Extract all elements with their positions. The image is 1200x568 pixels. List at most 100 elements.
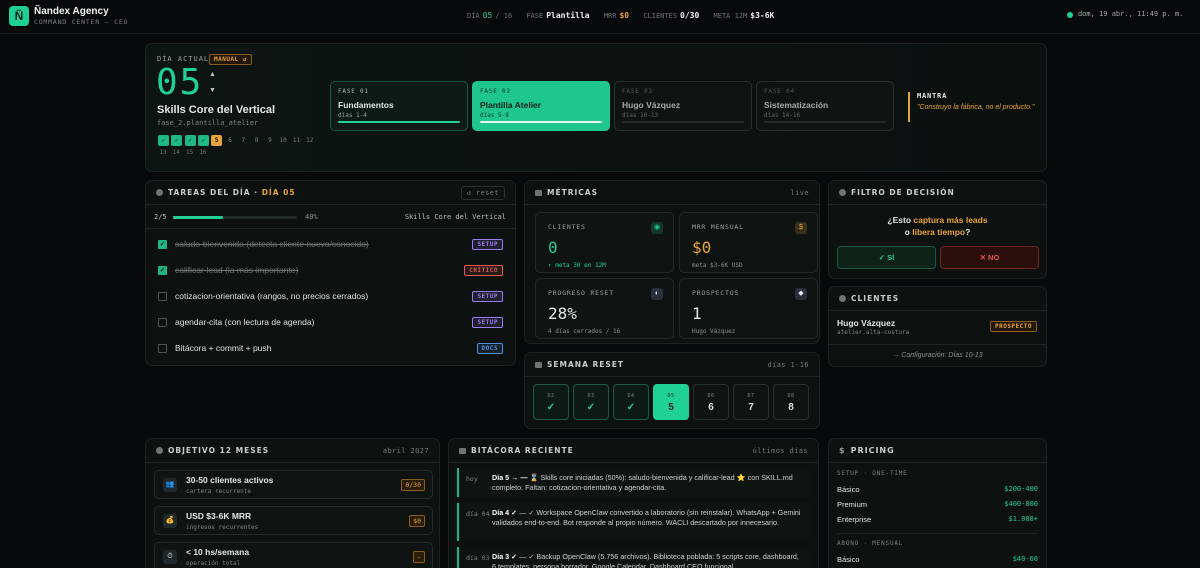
day-chip[interactable]: 13 xyxy=(157,149,169,156)
day-chip[interactable]: 7 xyxy=(238,135,249,146)
decision-highlight-time: libera tiempo xyxy=(912,227,966,237)
day-chip[interactable]: 6 xyxy=(225,135,236,146)
metrics-header: MÉTRICAS live xyxy=(525,181,819,205)
phase-days: días 14-16 xyxy=(764,112,801,119)
week-range: días 1-16 xyxy=(767,360,809,369)
metric-icon: ◉ xyxy=(651,222,663,234)
day-chip[interactable]: ✓ xyxy=(171,135,183,146)
week-day-value: ✓ xyxy=(586,402,596,413)
task-checkbox[interactable] xyxy=(158,343,167,353)
week-day-d6[interactable]: D6 6 xyxy=(693,384,729,420)
tasks-percent: 40% xyxy=(305,213,318,221)
log-body: — ✓ Workspace OpenClaw convertido a labo… xyxy=(492,508,801,527)
tasks-title: TAREAS DEL DÍA · xyxy=(168,188,259,197)
day-chip[interactable]: 5 xyxy=(211,135,223,146)
log-header: BITÁCORA RECIENTE últimos días xyxy=(449,439,818,463)
task-row[interactable]: ✓ calificar-lead (la más importante) CRÍTI… xyxy=(158,261,503,279)
objective-item-sub: ingresos recurrentes xyxy=(186,524,259,531)
day-chip[interactable]: 16 xyxy=(197,149,209,156)
tasks-progress-track xyxy=(173,216,297,219)
day-chip[interactable]: 14 xyxy=(170,149,182,156)
day-chip[interactable]: 15 xyxy=(184,149,196,156)
log-head: Día 3 ✓ xyxy=(492,552,518,561)
log-body: ⌛ Skills core iniciadas (50%): saludo-bi… xyxy=(492,473,793,492)
day-chip[interactable]: 8 xyxy=(251,135,262,146)
log-panel: BITÁCORA RECIENTE últimos días hoy Día 5 … xyxy=(448,438,819,568)
metric-card: CLIENTES 0 ↑ meta 30 en 12M ◉ xyxy=(535,212,674,273)
log-range: últimos días xyxy=(752,446,808,455)
task-checkbox[interactable] xyxy=(158,291,167,301)
task-checkbox[interactable]: ✓ xyxy=(158,265,167,275)
week-header: SEMANA RESET días 1-16 xyxy=(525,353,819,377)
decision-highlight-leads: captura más leads xyxy=(913,215,988,225)
week-day-d3[interactable]: D3 ✓ xyxy=(573,384,609,420)
stat-fase-label: FASE xyxy=(526,12,544,20)
log-entry[interactable]: día 04 Día 4 ✓ — ✓ Workspace OpenClaw con… xyxy=(457,503,811,541)
pricing-value: $40-60 xyxy=(1012,555,1038,563)
objective-date: abril 2027 xyxy=(382,446,429,455)
metrics-icon xyxy=(535,189,542,196)
task-label: Bitácora + commit + push xyxy=(175,343,272,353)
pricing-value: $400-800 xyxy=(1004,500,1038,508)
stat-clientes-label: CLIENTES xyxy=(643,12,678,20)
task-row[interactable]: cotizacion-orientativa (rangos, no preci… xyxy=(158,287,503,305)
log-entry[interactable]: día 03 Día 3 ✓ — ✓ Backup OpenClaw (5.756… xyxy=(457,547,811,568)
phase-card-4[interactable]: FASE 04 Sistematización días 14-16 xyxy=(756,81,894,131)
mantra-bar xyxy=(908,92,910,122)
objective-item-sub: operación total xyxy=(186,560,241,567)
task-checkbox[interactable]: ✓ xyxy=(158,239,167,249)
log-body: — ✓ Backup OpenClaw (5.756 archivos). Bi… xyxy=(492,552,799,568)
day-down-button[interactable]: ▼ xyxy=(209,87,216,94)
task-row[interactable]: agendar-cita (con lectura de agenda) SETU… xyxy=(158,313,503,331)
log-entry[interactable]: hoy Día 5 → — ⌛ Skills core iniciadas (50… xyxy=(457,468,811,497)
decision-header: FILTRO DE DECISIÓN xyxy=(829,181,1046,205)
tasks-reset-button[interactable]: ↺ reset xyxy=(460,185,505,200)
day-slug: fase_2.plantilla_atelier xyxy=(157,119,259,127)
metric-value: 28% xyxy=(548,304,577,323)
mode-toggle-button[interactable]: MANUAL ↺ xyxy=(209,54,252,65)
metric-card: MRR MENSUAL $0 meta $3-6K USD $ xyxy=(679,212,818,273)
pricing-title: PRICING xyxy=(850,446,895,455)
day-chip[interactable]: ✓ xyxy=(197,135,209,146)
day-chip[interactable]: 9 xyxy=(264,135,275,146)
brand-name: Ñandex Agency xyxy=(34,6,109,17)
day-up-button[interactable]: ▲ xyxy=(209,71,216,78)
week-day-d4[interactable]: D4 ✓ xyxy=(613,384,649,420)
decision-yes-button[interactable]: ✓ SÍ xyxy=(837,246,936,269)
day-chip[interactable]: 10 xyxy=(278,135,289,146)
task-row[interactable]: ✓ saludo-bienvenida (detecta cliente nuev… xyxy=(158,235,503,253)
client-name[interactable]: Hugo Vázquez xyxy=(837,318,895,328)
stat-mrr-label: MRR xyxy=(603,12,617,20)
mantra-label: MANTRA xyxy=(917,92,948,100)
stat-dia-total: / 16 xyxy=(495,12,513,20)
day-chip[interactable]: 11 xyxy=(291,135,302,146)
log-text: Día 5 → — ⌛ Skills core iniciadas (50%):… xyxy=(492,473,803,493)
phase-card-1[interactable]: FASE 01 Fundamentos días 1-4 xyxy=(330,81,468,131)
day-chip[interactable]: ✓ xyxy=(184,135,196,146)
phase-card-2[interactable]: FASE 02 Plantilla Atelier días 5-9 xyxy=(472,81,610,131)
phase-card-3[interactable]: FASE 03 Hugo Vázquez días 10-13 xyxy=(614,81,752,131)
task-tag: SETUP xyxy=(472,238,503,250)
stat-meta-label: META 12M xyxy=(713,12,748,20)
decision-no-button[interactable]: ✕ NO xyxy=(940,246,1039,269)
stat-clientes-value: 0/30 xyxy=(680,11,700,20)
clients-header: CLIENTES xyxy=(829,287,1046,311)
week-day-label: D5 xyxy=(667,393,675,399)
week-day-d2[interactable]: D2 ✓ xyxy=(533,384,569,420)
dollar-icon: $ xyxy=(839,446,846,455)
week-day-d7[interactable]: D7 7 xyxy=(733,384,769,420)
objective-item-badge: - xyxy=(413,551,425,563)
week-day-d5[interactable]: D5 5 xyxy=(653,384,689,420)
task-row[interactable]: Bitácora + commit + push DOCS xyxy=(158,339,503,357)
decision-icon xyxy=(839,189,846,196)
decision-question: ¿Esto captura más leads o libera tiempo? xyxy=(829,214,1046,238)
phase-progress-track xyxy=(338,121,460,123)
phase-progress-fill xyxy=(338,121,460,123)
stat-meta-value: $3-6K xyxy=(750,11,775,20)
task-checkbox[interactable] xyxy=(158,317,167,327)
metric-icon: ◐ xyxy=(651,288,663,300)
day-chip[interactable]: 12 xyxy=(304,135,315,146)
objective-item-badge: $0 xyxy=(409,515,425,527)
day-chip[interactable]: ✓ xyxy=(158,135,169,146)
week-day-d8[interactable]: D8 8 xyxy=(773,384,809,420)
